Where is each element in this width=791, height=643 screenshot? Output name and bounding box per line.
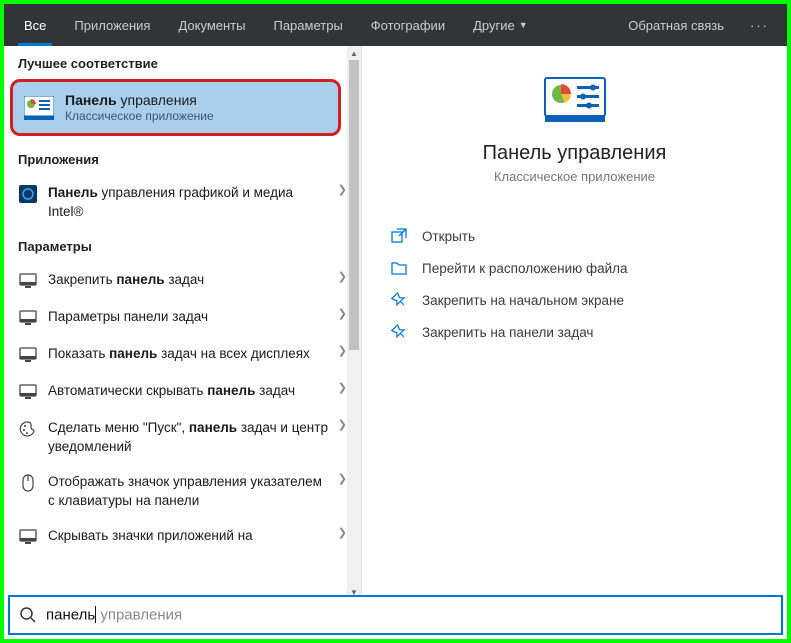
monitor-icon xyxy=(18,527,38,547)
best-match-subtitle: Классическое приложение xyxy=(65,109,214,123)
mouse-icon xyxy=(18,473,38,493)
chevron-right-icon: ❯ xyxy=(330,183,347,196)
tab-documents[interactable]: Документы xyxy=(164,4,259,46)
settings-header: Параметры xyxy=(4,229,361,262)
chevron-down-icon: ▼ xyxy=(519,20,528,30)
search-query: панель управления xyxy=(46,606,182,625)
best-match-header: Лучшее соответствие xyxy=(4,46,361,79)
preview-panel: Панель управления Классическое приложени… xyxy=(362,46,787,599)
folder-icon xyxy=(390,259,408,277)
monitor-icon xyxy=(18,271,38,291)
monitor-icon xyxy=(18,382,38,402)
tab-all[interactable]: Все xyxy=(10,4,60,46)
preview-subtitle: Классическое приложение xyxy=(386,169,763,184)
pin-icon xyxy=(390,323,408,341)
tab-settings[interactable]: Параметры xyxy=(259,4,356,46)
tab-other[interactable]: Другие▼ xyxy=(459,4,542,46)
action-pin-start[interactable]: Закрепить на начальном экране xyxy=(386,284,763,316)
chevron-right-icon: ❯ xyxy=(330,526,347,539)
intel-icon xyxy=(18,184,38,204)
control-panel-icon xyxy=(23,94,55,122)
setting-result[interactable]: Сделать меню "Пуск", панель задач и цент… xyxy=(4,410,361,464)
chevron-right-icon: ❯ xyxy=(330,472,347,485)
scroll-up-icon[interactable]: ▲ xyxy=(347,46,361,60)
action-open-location[interactable]: Перейти к расположению файла xyxy=(386,252,763,284)
chevron-right-icon: ❯ xyxy=(330,381,347,394)
app-result-intel[interactable]: Панель управления графикой и медиа Intel… xyxy=(4,175,361,229)
search-icon xyxy=(10,606,46,624)
best-match-result[interactable]: Панель управления Классическое приложени… xyxy=(10,79,341,136)
setting-result[interactable]: Отображать значок управления указателем … xyxy=(4,464,361,518)
best-match-title: Панель управления xyxy=(65,92,214,108)
results-panel: Лучшее соответствие Панель управления Кл… xyxy=(4,46,362,599)
chevron-right-icon: ❯ xyxy=(330,418,347,431)
setting-result[interactable]: Показать панель задач на всех дисплеях ❯ xyxy=(4,336,361,373)
pin-icon xyxy=(390,291,408,309)
open-icon xyxy=(390,227,408,245)
setting-result[interactable]: Параметры панели задач ❯ xyxy=(4,299,361,336)
chevron-right-icon: ❯ xyxy=(330,344,347,357)
preview-title: Панель управления xyxy=(386,142,763,165)
feedback-link[interactable]: Обратная связь xyxy=(614,4,738,46)
setting-result[interactable]: Скрывать значки приложений на ❯ xyxy=(4,518,361,555)
tab-apps[interactable]: Приложения xyxy=(60,4,164,46)
control-panel-large-icon xyxy=(543,76,607,124)
chevron-right-icon: ❯ xyxy=(330,307,347,320)
chevron-right-icon: ❯ xyxy=(330,270,347,283)
top-tabbar: Все Приложения Документы Параметры Фотог… xyxy=(4,4,787,46)
monitor-icon xyxy=(18,345,38,365)
app-result-label: Панель управления графикой и медиа Intel… xyxy=(48,183,330,221)
palette-icon xyxy=(18,419,38,439)
scrollbar[interactable]: ▲ ▼ xyxy=(347,46,361,599)
search-input[interactable]: панель управления xyxy=(8,595,783,635)
setting-result[interactable]: Автоматически скрывать панель задач ❯ xyxy=(4,373,361,410)
monitor-icon xyxy=(18,308,38,328)
tab-photos[interactable]: Фотографии xyxy=(357,4,459,46)
apps-header: Приложения xyxy=(4,142,361,175)
action-open[interactable]: Открыть xyxy=(386,220,763,252)
setting-result[interactable]: Закрепить панель задач ❯ xyxy=(4,262,361,299)
action-pin-taskbar[interactable]: Закрепить на панели задач xyxy=(386,316,763,348)
scroll-thumb[interactable] xyxy=(349,60,359,350)
more-menu[interactable]: ··· xyxy=(738,4,781,46)
